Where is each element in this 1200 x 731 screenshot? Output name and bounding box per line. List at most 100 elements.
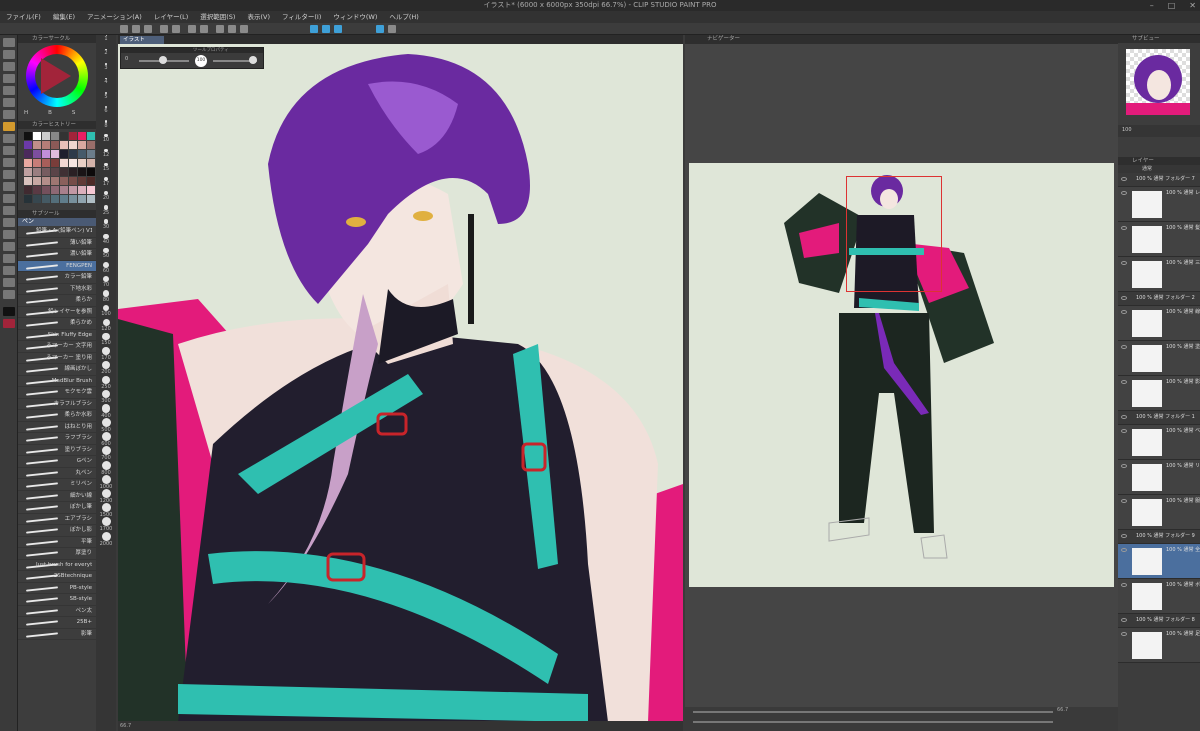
- redo-icon[interactable]: [172, 25, 180, 33]
- color-swatch[interactable]: [33, 141, 41, 149]
- color-swatch[interactable]: [87, 141, 95, 149]
- brush-size-option[interactable]: 150: [96, 332, 116, 347]
- brush-item[interactable]: 細かい線: [18, 491, 96, 502]
- visibility-eye-icon[interactable]: [1121, 534, 1127, 538]
- brush-item[interactable]: PB-style: [18, 583, 96, 594]
- brush-size-option[interactable]: 2: [96, 49, 116, 63]
- color-swatch[interactable]: [78, 195, 86, 203]
- fill-icon[interactable]: [200, 25, 208, 33]
- gradient-tool-icon[interactable]: [2, 218, 15, 227]
- brush-item[interactable]: 塗りブラシ: [18, 445, 96, 456]
- clear-icon[interactable]: [188, 25, 196, 33]
- brush-size-option[interactable]: 100: [96, 304, 116, 319]
- menu-animation[interactable]: アニメーション(A): [87, 11, 142, 23]
- brush-size-option[interactable]: 120: [96, 318, 116, 333]
- color-swatch[interactable]: [51, 177, 59, 185]
- tab-illustration[interactable]: イラスト: [120, 36, 164, 44]
- brush-tool-icon[interactable]: [2, 146, 15, 155]
- brush-item[interactable]: ペン太: [18, 606, 96, 617]
- brush-size-option[interactable]: 500: [96, 418, 116, 433]
- color-swatch[interactable]: [51, 150, 59, 158]
- frame-tool-icon[interactable]: [2, 242, 15, 251]
- main-color-swatch[interactable]: [2, 307, 15, 316]
- menu-window[interactable]: ウィンドウ(W): [333, 11, 377, 23]
- brush-item[interactable]: 鉛レイヤーを参照: [18, 307, 96, 318]
- brush-item[interactable]: 2SBtechnique: [18, 571, 96, 583]
- brush-size-option[interactable]: 400: [96, 403, 116, 419]
- visibility-eye-icon[interactable]: [1121, 583, 1127, 587]
- transform-icon[interactable]: [216, 25, 224, 33]
- rotate-slider[interactable]: [693, 721, 1053, 723]
- color-swatch[interactable]: [42, 177, 50, 185]
- color-swatch[interactable]: [33, 186, 41, 194]
- auto-select-tool-icon[interactable]: [2, 98, 15, 107]
- brush-item[interactable]: 鉛筆・A (鉛筆ペン) V1: [18, 226, 96, 238]
- color-swatch[interactable]: [60, 132, 68, 140]
- layer-row[interactable]: 100 % 通常 ボタン: [1118, 579, 1200, 614]
- zoom-tool-icon[interactable]: [2, 38, 15, 47]
- color-swatch[interactable]: [87, 159, 95, 167]
- color-swatch[interactable]: [78, 159, 86, 167]
- brush-size-option[interactable]: 600: [96, 432, 116, 447]
- visibility-eye-icon[interactable]: [1121, 618, 1127, 622]
- color-swatch[interactable]: [24, 168, 32, 176]
- hand-tool-icon[interactable]: [2, 50, 15, 59]
- color-swatch[interactable]: [60, 186, 68, 194]
- layer-folder[interactable]: 100 % 通常 フォルダー 9: [1118, 530, 1200, 544]
- color-swatch[interactable]: [78, 132, 86, 140]
- subtool-group-tab[interactable]: ペン: [18, 218, 96, 226]
- colorize-icon[interactable]: [376, 25, 384, 33]
- brush-item[interactable]: エアブラシ: [18, 514, 96, 525]
- brush-item[interactable]: 下地水彩: [18, 284, 96, 295]
- ruler-tool-icon[interactable]: [2, 254, 15, 263]
- layer-folder[interactable]: 100 % 通常 フォルダー 7: [1118, 173, 1200, 187]
- visibility-eye-icon[interactable]: [1121, 548, 1127, 552]
- correct-line-tool-icon[interactable]: [2, 290, 15, 299]
- brush-item[interactable]: カラフルブラシ: [18, 399, 96, 410]
- select-all-icon[interactable]: [228, 25, 236, 33]
- color-swatch[interactable]: [24, 177, 32, 185]
- layer-opacity-readout[interactable]: 100: [1122, 127, 1132, 133]
- brush-item[interactable]: カラー鉛筆: [18, 272, 96, 284]
- brush-item[interactable]: ぼかし影: [18, 525, 96, 537]
- color-swatch[interactable]: [42, 141, 50, 149]
- brush-item[interactable]: Gペン: [18, 456, 96, 468]
- brush-item[interactable]: Just brush for everything: [18, 560, 96, 571]
- text-tool-icon[interactable]: [2, 266, 15, 275]
- figure-tool-icon[interactable]: [2, 230, 15, 239]
- new-file-icon[interactable]: [120, 25, 128, 33]
- layer-row[interactable]: 100 % 通常 三つ編み: [1118, 257, 1200, 292]
- visibility-eye-icon[interactable]: [1121, 261, 1127, 265]
- layer-folder[interactable]: 100 % 通常 フォルダー 1: [1118, 411, 1200, 425]
- brush-size-option[interactable]: 1000: [96, 474, 116, 490]
- color-wheel[interactable]: H B S: [18, 43, 96, 121]
- brush-size-option[interactable]: 300: [96, 389, 116, 404]
- color-swatch[interactable]: [24, 186, 32, 194]
- color-swatch[interactable]: [24, 195, 32, 203]
- main-canvas[interactable]: [118, 44, 683, 722]
- color-swatch[interactable]: [87, 177, 95, 185]
- color-swatch[interactable]: [60, 150, 68, 158]
- operation-tool-icon[interactable]: [2, 62, 15, 71]
- menu-file[interactable]: ファイル(F): [6, 11, 41, 23]
- minimize-icon[interactable]: –: [1150, 0, 1154, 11]
- layer-row[interactable]: 100 % 通常 線画: [1118, 306, 1200, 341]
- brush-size-option[interactable]: 170: [96, 347, 116, 361]
- pencil-tool-icon[interactable]: [2, 134, 15, 143]
- color-swatch[interactable]: [42, 186, 50, 194]
- color-swatch[interactable]: [51, 168, 59, 176]
- brush-size-option[interactable]: 250: [96, 375, 116, 390]
- open-icon[interactable]: [132, 25, 140, 33]
- color-swatch[interactable]: [42, 195, 50, 203]
- menu-view[interactable]: 表示(V): [247, 11, 270, 23]
- color-swatch[interactable]: [33, 159, 41, 167]
- layer-row[interactable]: 100 % 通常 影: [1118, 376, 1200, 411]
- brush-size-option[interactable]: 700: [96, 446, 116, 461]
- size-slider-handle[interactable]: [249, 56, 257, 64]
- blend-mode-select[interactable]: 通常: [1118, 165, 1200, 173]
- snap-special-ruler-icon[interactable]: [322, 25, 330, 33]
- brush-item[interactable]: FENGPEN: [18, 260, 96, 272]
- brush-size-option[interactable]: 1700: [96, 517, 116, 532]
- brush-item[interactable]: ろマーカー 文字用: [18, 341, 96, 353]
- layer-row[interactable]: 100 % 通常 髪: [1118, 222, 1200, 257]
